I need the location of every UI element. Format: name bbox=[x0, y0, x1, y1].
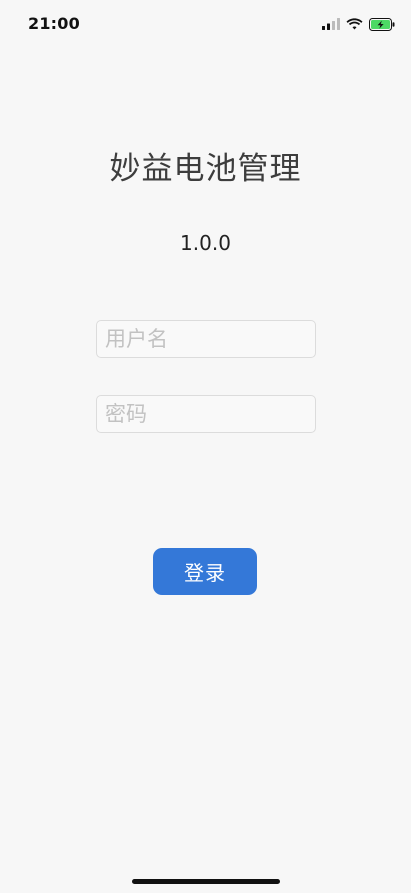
cellular-signal-icon bbox=[322, 18, 340, 30]
status-icons bbox=[322, 16, 395, 32]
home-indicator[interactable] bbox=[132, 879, 280, 884]
app-title: 妙益电池管理 bbox=[109, 151, 302, 187]
status-bar: 21:00 bbox=[0, 0, 411, 48]
wifi-icon bbox=[346, 18, 363, 30]
status-time: 21:00 bbox=[28, 14, 80, 33]
username-input[interactable] bbox=[96, 320, 316, 358]
login-button[interactable]: 登录 bbox=[153, 548, 257, 595]
battery-charging-icon bbox=[369, 17, 395, 31]
app-version: 1.0.0 bbox=[180, 231, 231, 255]
password-input[interactable] bbox=[96, 395, 316, 433]
